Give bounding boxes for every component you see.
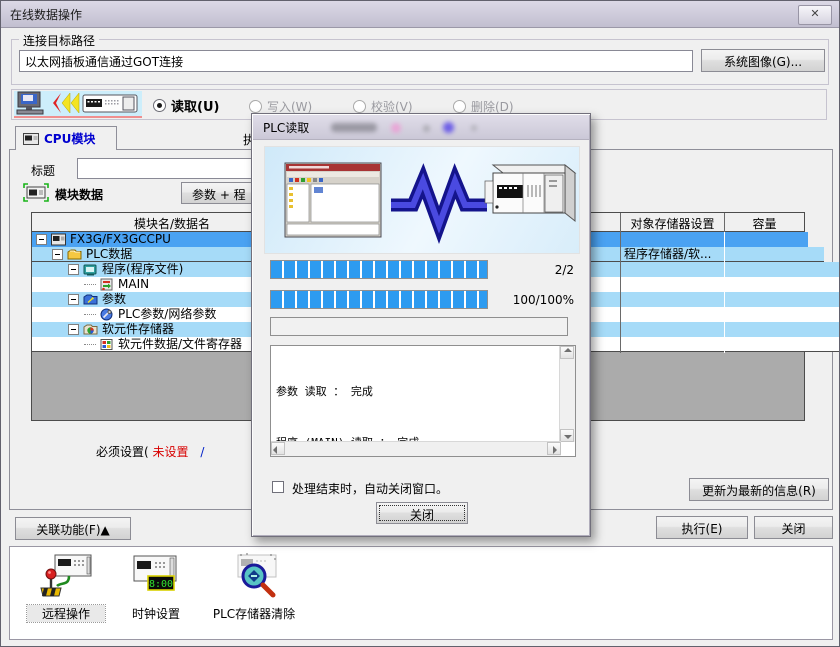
device-memory-folder-icon	[83, 323, 98, 336]
horizontal-scrollbar[interactable]	[271, 441, 561, 456]
pc-read-from-plc-icon	[15, 91, 141, 115]
collapse-icon[interactable]	[68, 324, 79, 335]
clock-setting-icon: 8:00	[128, 552, 184, 600]
redacted-watermark	[331, 123, 377, 132]
mini-app-window	[285, 163, 381, 237]
parameter-folder-icon	[83, 293, 98, 306]
file-progress-label: 2/2	[492, 263, 574, 277]
plc-data-folder-icon	[67, 248, 82, 261]
plc-unit-graphic	[485, 165, 575, 221]
required-setting-legend: 必须设置( 未设置 /	[96, 443, 204, 460]
tab-cpu-label: CPU模块	[44, 130, 95, 147]
collapse-icon[interactable]	[52, 249, 63, 260]
auto-close-label: 处理结束时，自动关闭窗口。	[292, 480, 448, 497]
not-set-label: 未设置	[153, 445, 189, 459]
module-data-icon	[23, 183, 49, 202]
tab-cpu-module[interactable]: CPU模块	[15, 126, 117, 150]
tool-plc-memory-clear[interactable]: PLC存储器清除	[203, 552, 305, 622]
col-header-capacity: 容量	[725, 215, 804, 232]
program-folder-icon	[83, 263, 98, 276]
redacted-watermark	[391, 123, 401, 133]
plc-read-dialog-titlebar: PLC读取	[253, 115, 589, 140]
remote-operation-label: 远程操作	[27, 605, 105, 622]
radio-read-dot	[153, 99, 166, 112]
radio-read[interactable]: 读取(U)	[153, 96, 219, 115]
tool-clock-setting[interactable]: 8:00 时钟设置	[121, 552, 191, 622]
clock-setting-label: 时钟设置	[121, 605, 191, 622]
tree-leaf-line	[84, 314, 96, 315]
scroll-right-icon[interactable]	[547, 442, 561, 455]
connection-path-field[interactable]: 以太网插板通信通过GOT连接	[19, 50, 693, 72]
system-image-button[interactable]: 系统图像(G)...	[701, 49, 825, 72]
redacted-watermark	[423, 125, 430, 132]
cpu-module-icon	[23, 133, 39, 145]
redacted-watermark	[471, 125, 477, 131]
plc-parameter-icon	[99, 308, 114, 321]
remote-operation-icon	[39, 552, 93, 600]
title-field[interactable]	[77, 158, 253, 179]
col-header-target-memory: 对象存储器设置	[621, 215, 724, 232]
collapse-icon[interactable]	[68, 294, 79, 305]
transfer-illustration	[264, 146, 580, 254]
current-item-field	[270, 317, 568, 336]
file-progress-bar	[270, 260, 488, 279]
refresh-info-button[interactable]: 更新为最新的信息(R)	[689, 478, 829, 501]
pc-to-plc-graphic	[265, 147, 579, 253]
plc-read-dialog: PLC读取	[251, 113, 591, 537]
online-data-operation-window: 在线数据操作 ✕ 连接目标路径 以太网插板通信通过GOT连接 系统图像(G)..…	[0, 0, 840, 647]
total-progress-label: 100/100%	[492, 293, 574, 307]
tree-leaf-line	[84, 344, 96, 345]
collapse-icon[interactable]	[68, 264, 79, 275]
redacted-watermark	[443, 122, 454, 133]
collapse-icon[interactable]	[36, 234, 47, 245]
device-data-icon	[99, 338, 114, 351]
execute-button[interactable]: 执行(E)	[656, 516, 748, 539]
plc-read-dialog-title: PLC读取	[263, 119, 309, 136]
plc-memory-clear-icon	[226, 552, 282, 600]
close-icon[interactable]: ✕	[798, 5, 832, 25]
auto-close-checkbox[interactable]	[272, 481, 284, 493]
read-direction-strip	[14, 91, 142, 118]
window-title: 在线数据操作	[10, 6, 82, 23]
file-progress-fill	[271, 261, 487, 278]
log-line: 参数 读取 ： 完成	[276, 383, 419, 400]
related-functions-button[interactable]: 关联功能(F)▲	[15, 517, 131, 540]
window-titlebar: 在线数据操作 ✕	[1, 1, 839, 28]
connection-group-label: 连接目标路径	[19, 32, 99, 49]
scroll-left-icon[interactable]	[271, 442, 285, 455]
read-log-box[interactable]: 参数 读取 ： 完成 程序 (MAIN) 读取 ： 完成 PLC读取 ： 结束	[270, 345, 576, 457]
title-label: 标题	[31, 162, 55, 179]
plc-memory-clear-label: PLC存储器清除	[203, 605, 305, 622]
close-button[interactable]: 关闭	[754, 516, 833, 539]
dialog-close-button[interactable]: 关闭	[376, 502, 468, 524]
main-program-icon	[99, 278, 114, 291]
vertical-scrollbar[interactable]	[559, 346, 575, 442]
tree-leaf-line	[84, 284, 96, 285]
connection-bolt-icon	[391, 181, 487, 225]
tool-remote-operation[interactable]: 远程操作	[27, 552, 105, 622]
scroll-up-icon[interactable]	[560, 346, 574, 359]
plc-module-icon	[51, 233, 66, 246]
scroll-down-icon[interactable]	[560, 429, 574, 442]
total-progress-fill	[271, 291, 487, 308]
module-data-label: 模块数据	[55, 186, 103, 203]
svg-text:8:00: 8:00	[149, 579, 173, 590]
total-progress-bar	[270, 290, 488, 309]
